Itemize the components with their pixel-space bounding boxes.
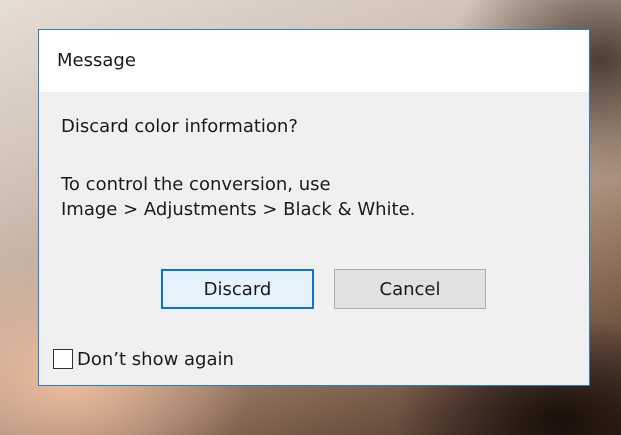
message-body-line: Image > Adjustments > Black & White. [61,199,416,220]
dont-show-again-checkbox[interactable] [53,349,73,369]
message-body: To control the conversion, use Image > A… [61,172,415,222]
discard-button[interactable]: Discard [161,269,314,309]
message-body-line: To control the conversion, use [61,174,331,195]
cancel-button[interactable]: Cancel [334,269,486,309]
dialog-titlebar[interactable]: Message [39,30,589,92]
dont-show-again-label[interactable]: Don’t show again [77,349,234,370]
message-dialog: Message Discard color information? To co… [38,29,590,386]
dialog-title: Message [57,50,136,71]
dont-show-again-option[interactable]: Don’t show again [53,346,234,372]
message-heading: Discard color information? [61,116,298,137]
